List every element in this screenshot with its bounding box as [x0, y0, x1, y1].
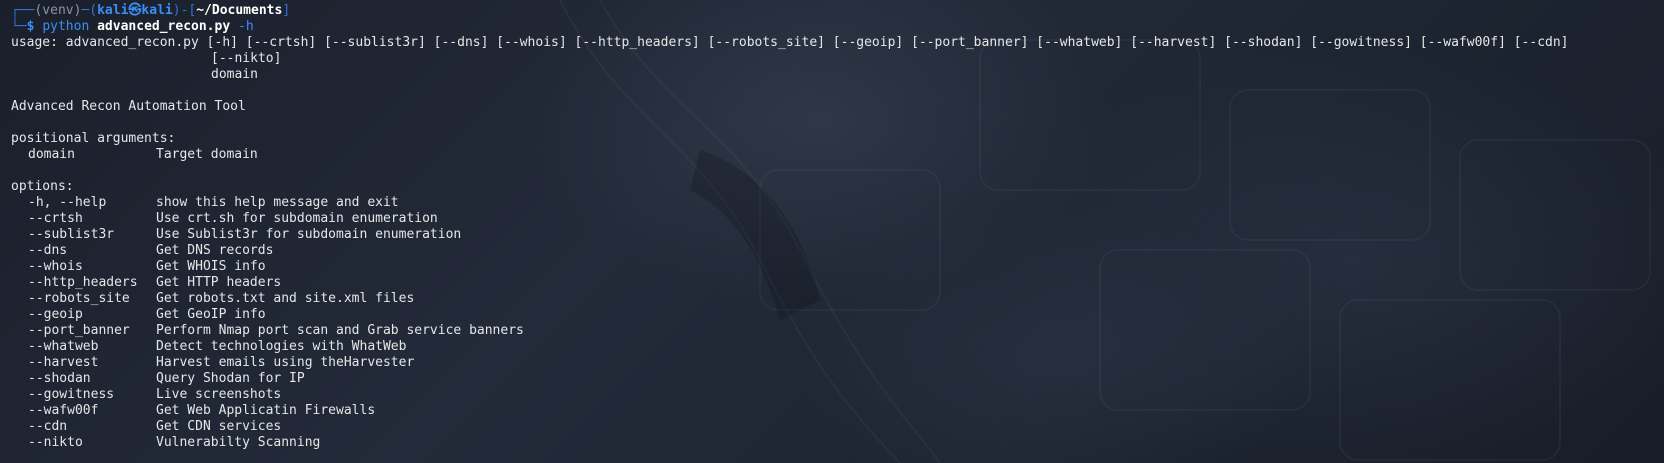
- option-flag: --harvest: [28, 355, 99, 370]
- prompt-bracket: (: [89, 3, 98, 18]
- option-row: --whatweb Detect technologies with WhatWe…: [11, 339, 1654, 355]
- option-row: --sublist3r Use Sublist3r for subdomain e…: [11, 227, 1654, 243]
- option-row: --wafw00f Get Web Applicatin Firewalls: [11, 403, 1654, 419]
- option-flag: --gowitness: [28, 387, 115, 402]
- option-description: Use crt.sh for subdomain enumeration: [156, 211, 438, 226]
- option-description: Live screenshots: [156, 387, 282, 402]
- prompt-line-1: ┌──(venv)─(kali㉿kali)-[~/Documents]: [11, 3, 1654, 19]
- option-flag: --http_headers: [28, 275, 138, 290]
- option-row: --http_headers Get HTTP headers: [11, 275, 1654, 291]
- option-description: show this help message and exit: [156, 195, 399, 210]
- option-flag: --dns: [28, 243, 68, 258]
- command-flag: -h: [238, 19, 254, 34]
- usage-line-positional: domain: [211, 67, 258, 82]
- option-flag: --cdn: [28, 419, 68, 434]
- option-flag: --whois: [28, 259, 83, 274]
- option-row: --crtsh Use crt.sh for subdomain enumerat…: [11, 211, 1654, 227]
- prompt-dollar: $: [26, 19, 35, 34]
- option-row: --geoip Get GeoIP info: [11, 307, 1654, 323]
- command-script: advanced_recon.py: [97, 19, 231, 34]
- option-flag: --wafw00f: [28, 403, 99, 418]
- venv-indicator: (venv): [34, 3, 82, 18]
- prompt-bracket: -[: [180, 3, 197, 18]
- arg-description: Target domain: [156, 147, 258, 162]
- option-description: Get GeoIP info: [156, 307, 266, 322]
- option-description: Detect technologies with WhatWeb: [156, 339, 407, 354]
- option-description: Get Web Applicatin Firewalls: [156, 403, 376, 418]
- option-description: Get HTTP headers: [156, 275, 282, 290]
- prompt-line-2: └─$ python advanced_recon.py -h: [11, 19, 1654, 35]
- option-row: --shodan Query Shodan for IP: [11, 371, 1654, 387]
- prompt-user-host: kali㉿kali: [97, 3, 173, 18]
- option-row: --nikto Vulnerabilty Scanning: [11, 435, 1654, 451]
- option-flag: --whatweb: [28, 339, 99, 354]
- option-row: --robots_site Get robots.txt and site.xml…: [11, 291, 1654, 307]
- terminal-window[interactable]: ┌──(venv)─(kali㉿kali)-[~/Documents] └─$ …: [0, 0, 1664, 463]
- option-row: --whois Get WHOIS info: [11, 259, 1654, 275]
- option-flag: --port_banner: [28, 323, 130, 338]
- option-description: Get robots.txt and site.xml files: [156, 291, 415, 306]
- command-name: python: [42, 19, 90, 34]
- option-flag: --sublist3r: [28, 227, 115, 242]
- option-row: --gowitness Live screenshots: [11, 387, 1654, 403]
- option-description: Use Sublist3r for subdomain enumeration: [156, 227, 462, 242]
- option-description: Harvest emails using theHarvester: [156, 355, 415, 370]
- option-row: --port_banner Perform Nmap port scan and …: [11, 323, 1654, 339]
- option-description: Perform Nmap port scan and Grab service …: [156, 323, 524, 338]
- arg-name: domain: [28, 147, 75, 162]
- prompt-frame: ┌──: [11, 3, 35, 18]
- option-flag: --crtsh: [28, 211, 83, 226]
- options-header: options:: [11, 179, 74, 194]
- option-row: -h, --help show this help message and exi…: [11, 195, 1654, 211]
- option-description: Get DNS records: [156, 243, 274, 258]
- positional-arg-row: domain Target domain: [11, 147, 1654, 163]
- usage-line: usage: advanced_recon.py [-h] [--crtsh] …: [11, 35, 1569, 50]
- options-list: -h, --help show this help message and exi…: [11, 195, 1654, 451]
- option-description: Query Shodan for IP: [156, 371, 305, 386]
- option-flag: --nikto: [28, 435, 83, 450]
- tool-description: Advanced Recon Automation Tool: [11, 99, 246, 114]
- option-flag: --shodan: [28, 371, 91, 386]
- option-description: Get CDN services: [156, 419, 282, 434]
- prompt-bracket: ]: [282, 3, 291, 18]
- option-flag: --robots_site: [28, 291, 130, 306]
- terminal-output[interactable]: ┌──(venv)─(kali㉿kali)-[~/Documents] └─$ …: [11, 3, 1654, 451]
- option-row: --harvest Harvest emails using theHarvest…: [11, 355, 1654, 371]
- prompt-path: ~/Documents: [196, 3, 283, 18]
- prompt-bracket: ): [172, 3, 181, 18]
- usage-line-continued: [--nikto]: [211, 51, 282, 66]
- option-flag: -h, --help: [28, 195, 107, 210]
- option-row: --cdn Get CDN services: [11, 419, 1654, 435]
- positional-header: positional arguments:: [11, 131, 176, 146]
- option-description: Get WHOIS info: [156, 259, 266, 274]
- option-flag: --geoip: [28, 307, 83, 322]
- prompt-frame: └─: [11, 19, 27, 34]
- option-description: Vulnerabilty Scanning: [156, 435, 321, 450]
- option-row: --dns Get DNS records: [11, 243, 1654, 259]
